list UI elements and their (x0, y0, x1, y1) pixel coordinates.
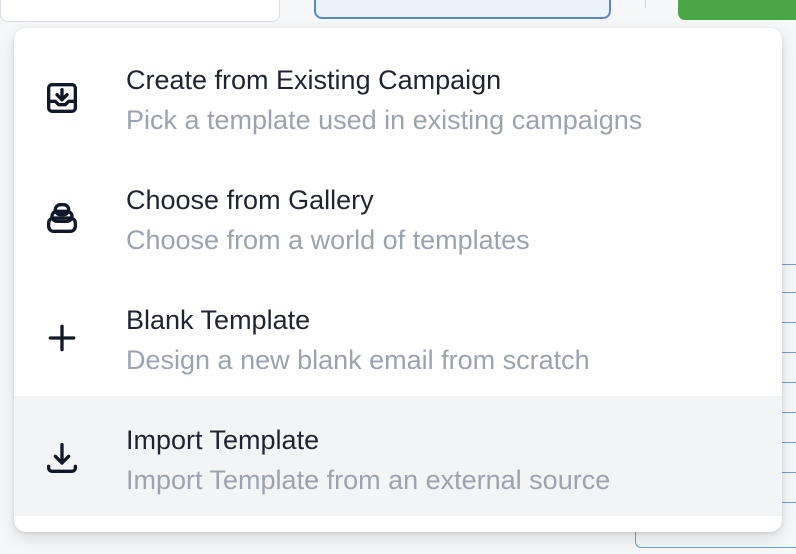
inbox-download-icon (40, 76, 84, 120)
menu-item-import-template[interactable]: Import Template Import Template from an … (14, 396, 782, 516)
background-separator (645, 0, 646, 8)
menu-item-text: Create from Existing Campaign Pick a tem… (126, 64, 764, 136)
menu-item-create-existing-campaign[interactable]: Create from Existing Campaign Pick a tem… (14, 28, 782, 148)
menu-item-description: Choose from a world of templates (126, 225, 530, 255)
background-line (780, 442, 796, 443)
background-primary-button (678, 0, 796, 20)
menu-item-title: Blank Template (126, 305, 311, 335)
menu-item-title: Create from Existing Campaign (126, 65, 502, 95)
menu-item-title: Choose from Gallery (126, 185, 374, 215)
background-line (780, 352, 796, 353)
menu-item-text: Choose from Gallery Choose from a world … (126, 184, 764, 256)
menu-item-choose-gallery[interactable]: Choose from Gallery Choose from a world … (14, 148, 782, 268)
menu-item-title: Import Template (126, 425, 320, 455)
background-select-field (314, 0, 611, 19)
download-icon (40, 436, 84, 480)
background-line (780, 502, 796, 503)
menu-item-text: Import Template Import Template from an … (126, 424, 764, 496)
background-line (780, 322, 796, 323)
menu-item-description: Import Template from an external source (126, 465, 611, 495)
background-line (780, 382, 796, 383)
background-input-field (0, 0, 280, 22)
background-line (780, 472, 796, 473)
template-options-menu: Create from Existing Campaign Pick a tem… (14, 28, 782, 532)
background-line (780, 264, 796, 265)
background-line (780, 412, 796, 413)
plus-icon (40, 316, 84, 360)
menu-item-description: Design a new blank email from scratch (126, 345, 590, 375)
stack-icon (40, 196, 84, 240)
background-line (780, 292, 796, 293)
menu-item-blank-template[interactable]: Blank Template Design a new blank email … (14, 268, 782, 388)
menu-item-description: Pick a template used in existing campaig… (126, 105, 643, 135)
menu-item-text: Blank Template Design a new blank email … (126, 304, 764, 376)
